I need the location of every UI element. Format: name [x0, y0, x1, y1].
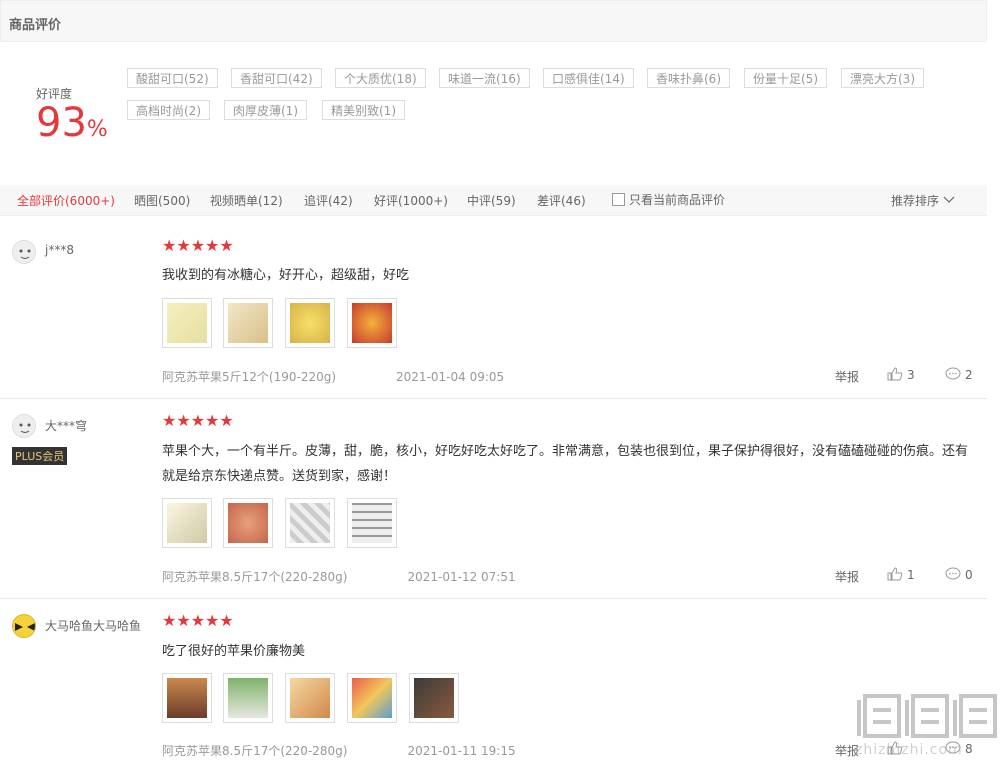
review-image[interactable]: [223, 498, 273, 548]
reply-count: 2: [965, 368, 973, 382]
only-current-toggle[interactable]: 只看当前商品评价: [612, 191, 725, 208]
tab-photos[interactable]: 晒图(500): [134, 192, 190, 209]
comment-icon: [945, 367, 961, 380]
watermark-glyph-icon: [857, 694, 997, 738]
tab-neutral[interactable]: 中评(59): [467, 192, 516, 209]
review-date: 2021-01-04 09:05: [396, 370, 505, 384]
review-item: j***8 ★★★★★ 我收到的有冰糖心，好开心，超级甜，好吃 阿克苏苹果5斤1…: [0, 216, 987, 399]
sort-label: 推荐排序: [891, 194, 940, 208]
thumbs-up-icon: [887, 367, 903, 381]
sort-dropdown[interactable]: 推荐排序: [891, 192, 955, 209]
username: 大马哈鱼大马哈鱼: [45, 619, 142, 633]
chevron-down-icon: [943, 196, 955, 203]
comment-icon: [945, 567, 961, 580]
rating-value: 93%: [36, 100, 108, 153]
tab-followups[interactable]: 追评(42): [304, 192, 353, 209]
tab-videos[interactable]: 视频晒单(12): [210, 192, 283, 209]
review-actions: 举报 3 2: [835, 367, 973, 385]
review-image[interactable]: [285, 673, 335, 723]
review-meta: 阿克苏苹果8.5斤17个(220-280g) 2021-01-11 19:15: [162, 742, 516, 759]
report-link[interactable]: 举报: [835, 570, 859, 584]
star-rating: ★★★★★: [162, 411, 234, 430]
review-image[interactable]: [347, 673, 397, 723]
username: 大***穹: [45, 419, 88, 433]
review-item: 大***穹 PLUS会员 ★★★★★ 苹果个大，一个有半斤。皮薄，甜，脆，核小，…: [0, 399, 987, 599]
review-tag[interactable]: 香甜可口(42): [231, 68, 322, 88]
tab-positive[interactable]: 好评(1000+): [374, 192, 448, 209]
product-spec: 阿克苏苹果8.5斤17个(220-280g): [162, 570, 348, 584]
review-tag[interactable]: 香味扑鼻(6): [647, 68, 730, 88]
avatar[interactable]: [12, 240, 36, 264]
review-tag[interactable]: 个大质优(18): [335, 68, 426, 88]
review-image[interactable]: [162, 298, 212, 348]
review-image[interactable]: [347, 498, 397, 548]
review-text: 苹果个大，一个有半斤。皮薄，甜，脆，核小，好吃好吃太好吃了。非常满意，包装也很到…: [162, 444, 969, 484]
review-tag[interactable]: 味道一流(16): [439, 68, 530, 88]
review-image[interactable]: [347, 298, 397, 348]
username: j***8: [45, 243, 74, 257]
like-button[interactable]: 3: [887, 367, 915, 382]
review-date: 2021-01-12 07:51: [407, 570, 516, 584]
reply-button[interactable]: 0: [945, 567, 973, 582]
review-image[interactable]: [409, 673, 459, 723]
product-spec: 阿克苏苹果8.5斤17个(220-280g): [162, 744, 348, 758]
review-image[interactable]: [285, 298, 335, 348]
watermark-logo: zhizhizhi.com: [855, 690, 1000, 766]
review-tag[interactable]: 口感俱佳(14): [543, 68, 634, 88]
review-item: 大马哈鱼大马哈鱼 ★★★★★ 吃了很好的苹果价廉物美 阿克苏苹果8.5斤17个(…: [0, 599, 987, 770]
review-image[interactable]: [285, 498, 335, 548]
plus-member-badge: PLUS会员: [12, 447, 68, 465]
filter-bar: 全部评价(6000+) 晒图(500) 视频晒单(12) 追评(42) 好评(1…: [0, 185, 987, 216]
review-tag[interactable]: 高档时尚(2): [127, 100, 210, 120]
rating-number: 93: [36, 100, 87, 146]
only-current-label: 只看当前商品评价: [629, 193, 726, 207]
review-image[interactable]: [162, 498, 212, 548]
tab-negative[interactable]: 差评(46): [537, 192, 586, 209]
watermark-text: zhizhizhi.com: [855, 742, 963, 758]
review-text: 吃了很好的苹果价廉物美: [162, 644, 306, 659]
tab-all[interactable]: 全部评价(6000+): [17, 192, 115, 209]
avatar[interactable]: [12, 614, 36, 638]
like-button[interactable]: 1: [887, 567, 915, 582]
checkbox[interactable]: [612, 193, 625, 206]
report-link[interactable]: 举报: [835, 370, 859, 384]
review-image[interactable]: [223, 298, 273, 348]
product-spec: 阿克苏苹果5斤12个(190-220g): [162, 370, 337, 384]
review-text: 我收到的有冰糖心，好开心，超级甜，好吃: [162, 268, 410, 283]
thumbs-up-icon: [887, 567, 903, 581]
section-title: 商品评价: [9, 18, 62, 33]
review-meta: 阿克苏苹果5斤12个(190-220g) 2021-01-04 09:05: [162, 368, 504, 385]
like-count: 3: [907, 368, 915, 382]
like-count: 1: [907, 568, 915, 582]
review-tag[interactable]: 肉厚皮薄(1): [224, 100, 307, 120]
review-tag[interactable]: 酸甜可口(52): [127, 68, 218, 88]
section-header: 商品评价: [0, 0, 987, 42]
review-date: 2021-01-11 19:15: [407, 744, 516, 758]
review-tag[interactable]: 份量十足(5): [744, 68, 827, 88]
star-rating: ★★★★★: [162, 611, 234, 630]
rating-unit: %: [86, 117, 108, 142]
reply-count: 0: [965, 568, 973, 582]
review-tag[interactable]: 漂亮大方(3): [841, 68, 924, 88]
review-tag[interactable]: 精美别致(1): [322, 100, 405, 120]
review-meta: 阿克苏苹果8.5斤17个(220-280g) 2021-01-12 07:51: [162, 568, 516, 585]
review-image[interactable]: [162, 673, 212, 723]
avatar[interactable]: [12, 414, 36, 438]
review-actions: 举报 1 0: [835, 567, 973, 585]
reply-button[interactable]: 2: [945, 367, 973, 382]
star-rating: ★★★★★: [162, 236, 234, 255]
review-image[interactable]: [223, 673, 273, 723]
